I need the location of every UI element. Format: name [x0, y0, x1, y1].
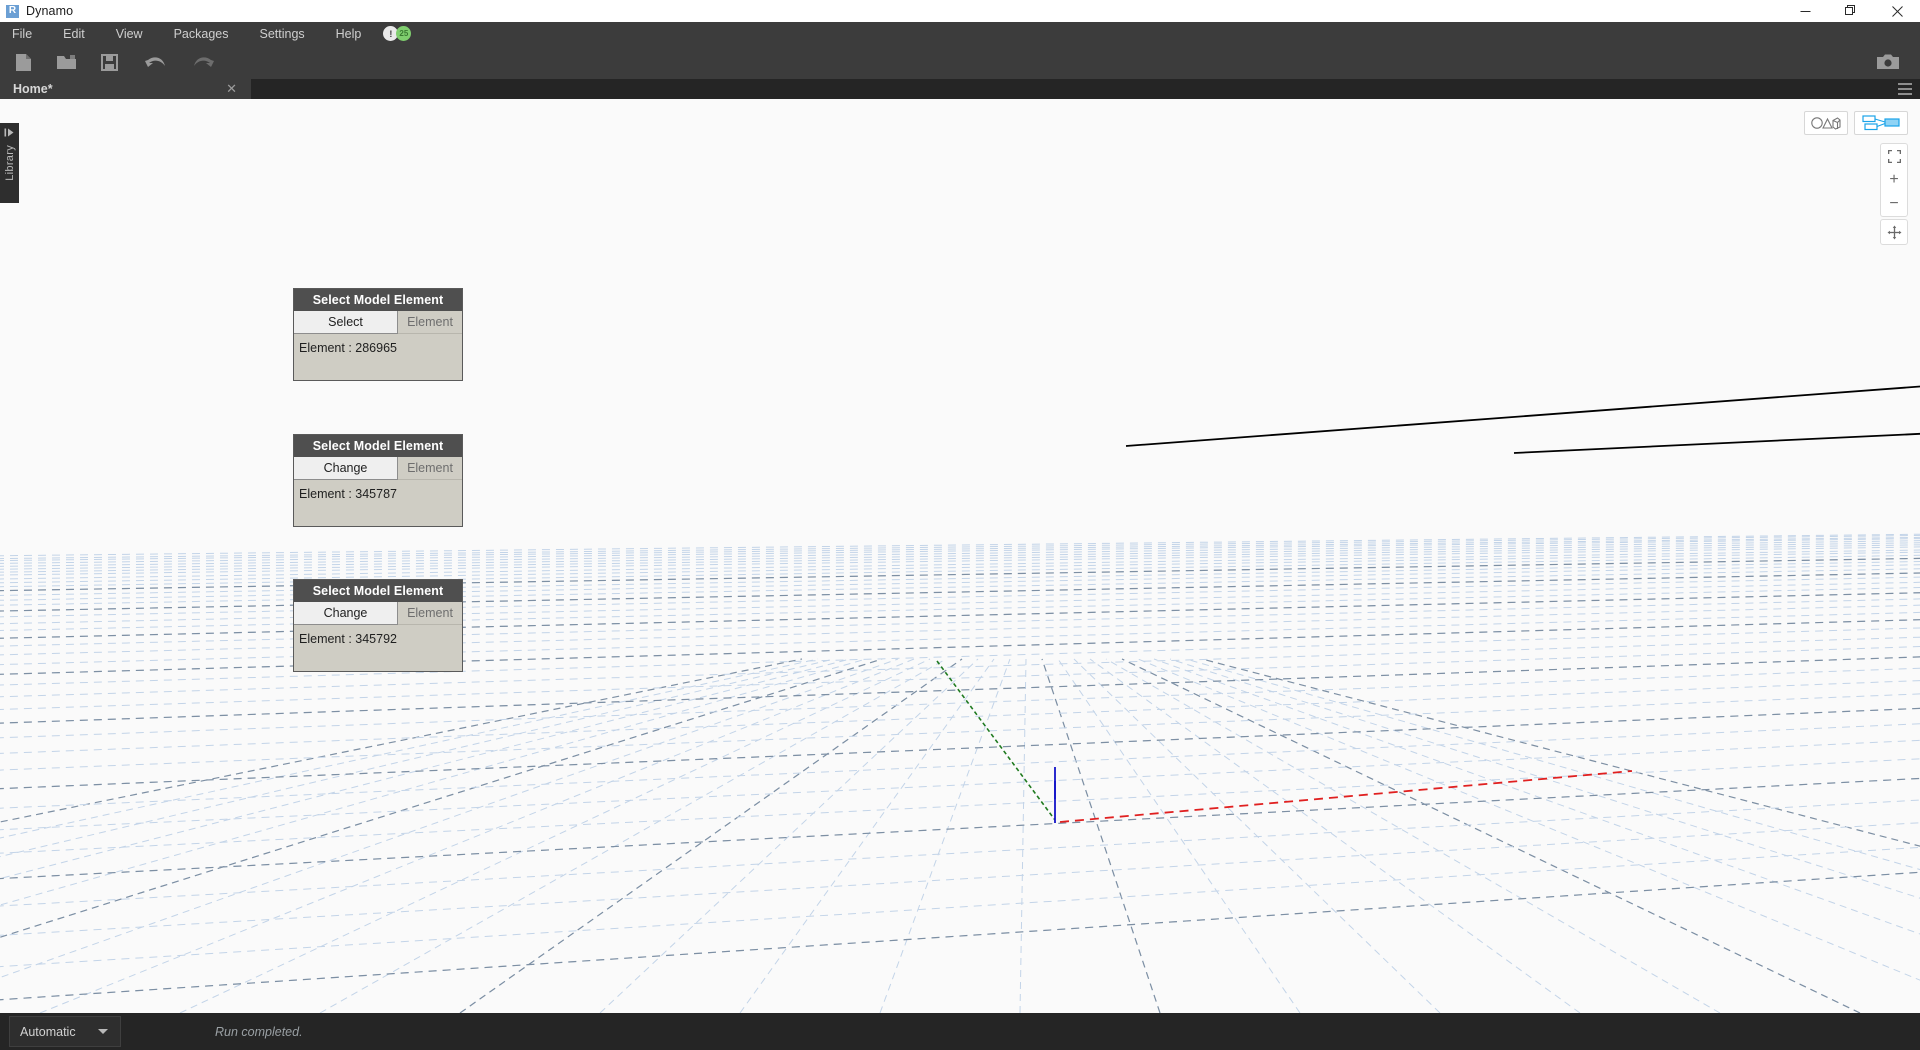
viewport-nav-cluster: + −: [1880, 143, 1908, 217]
node-action-button[interactable]: Select: [294, 311, 398, 334]
node-select-model-element-2[interactable]: Select Model Element Change Element Elem…: [293, 434, 463, 527]
geometry-shapes-icon[interactable]: [1804, 111, 1848, 135]
node-port-row: Change Element: [294, 457, 462, 480]
node-port-row: Select Element: [294, 311, 462, 334]
menu-file[interactable]: File: [12, 22, 32, 45]
node-select-model-element-1[interactable]: Select Model Element Select Element Elem…: [293, 288, 463, 381]
menu-settings[interactable]: Settings: [259, 22, 304, 45]
plus-icon[interactable]: +: [1881, 168, 1907, 192]
menu-help[interactable]: Help: [336, 22, 362, 45]
expand-arrow-icon[interactable]: [4, 128, 15, 140]
fit-to-screen-icon[interactable]: [1881, 144, 1907, 168]
workspace-viewport[interactable]: + −: [0, 99, 1920, 1013]
run-mode-label: Automatic: [20, 1024, 76, 1039]
window-title: Dynamo: [26, 4, 74, 18]
dynamo-window: R Dynamo File Edit View Packages Setting…: [0, 0, 1920, 1050]
node-title: Select Model Element: [294, 580, 462, 602]
restore-button[interactable]: [1828, 0, 1874, 22]
tab-home[interactable]: Home* ✕: [0, 79, 251, 99]
new-file-icon[interactable]: [3, 45, 43, 79]
background-3d-grid: [0, 99, 1920, 1013]
menu-bar: File Edit View Packages Settings Help ! …: [0, 22, 1920, 45]
node-output-port-label[interactable]: Element: [398, 311, 462, 334]
menu-packages[interactable]: Packages: [174, 22, 229, 45]
node-preview-text: Element : 345792: [294, 625, 462, 671]
node-action-button[interactable]: Change: [294, 457, 398, 480]
node-title: Select Model Element: [294, 289, 462, 311]
node-action-button[interactable]: Change: [294, 602, 398, 625]
library-panel-collapsed[interactable]: Library: [0, 123, 19, 203]
hamburger-menu-icon[interactable]: [1898, 83, 1912, 95]
node-output-port-label[interactable]: Element: [398, 457, 462, 480]
node-preview-text: Element : 345787: [294, 480, 462, 526]
node-graph-icon[interactable]: [1854, 111, 1908, 135]
node-preview-text: Element : 286965: [294, 334, 462, 380]
save-disk-icon[interactable]: [89, 45, 129, 79]
run-mode-dropdown[interactable]: Automatic: [9, 1016, 121, 1047]
close-button[interactable]: [1874, 0, 1920, 22]
pan-move-icon[interactable]: [1880, 219, 1908, 245]
green-status-circle-icon[interactable]: 25: [396, 26, 412, 41]
title-bar: R Dynamo: [0, 0, 1920, 22]
minimize-button[interactable]: [1782, 0, 1828, 22]
minus-icon[interactable]: −: [1881, 192, 1907, 216]
node-output-port-label[interactable]: Element: [398, 602, 462, 625]
main-toolbar: [0, 45, 1920, 79]
open-folder-icon[interactable]: [46, 45, 86, 79]
notification-group: ! 25: [383, 26, 412, 41]
library-label: Library: [3, 145, 16, 181]
chevron-down-icon[interactable]: [98, 1029, 108, 1034]
app-logo-icon: R: [6, 4, 19, 18]
node-title: Select Model Element: [294, 435, 462, 457]
undo-arrow-icon[interactable]: [136, 45, 176, 79]
redo-arrow-icon[interactable]: [183, 45, 223, 79]
menu-edit[interactable]: Edit: [63, 22, 85, 45]
viewport-mode-toggles: [1804, 111, 1908, 135]
node-select-model-element-3[interactable]: Select Model Element Change Element Elem…: [293, 579, 463, 672]
tab-home-label: Home*: [13, 82, 53, 96]
status-bar: Automatic Run completed.: [0, 1013, 1920, 1050]
run-status-text: Run completed.: [215, 1024, 303, 1039]
close-icon[interactable]: ✕: [226, 82, 237, 96]
menu-view[interactable]: View: [116, 22, 143, 45]
window-controls: [1782, 0, 1920, 22]
node-port-row: Change Element: [294, 602, 462, 625]
tab-bar: Home* ✕: [0, 79, 1920, 99]
camera-icon[interactable]: [1868, 45, 1908, 79]
